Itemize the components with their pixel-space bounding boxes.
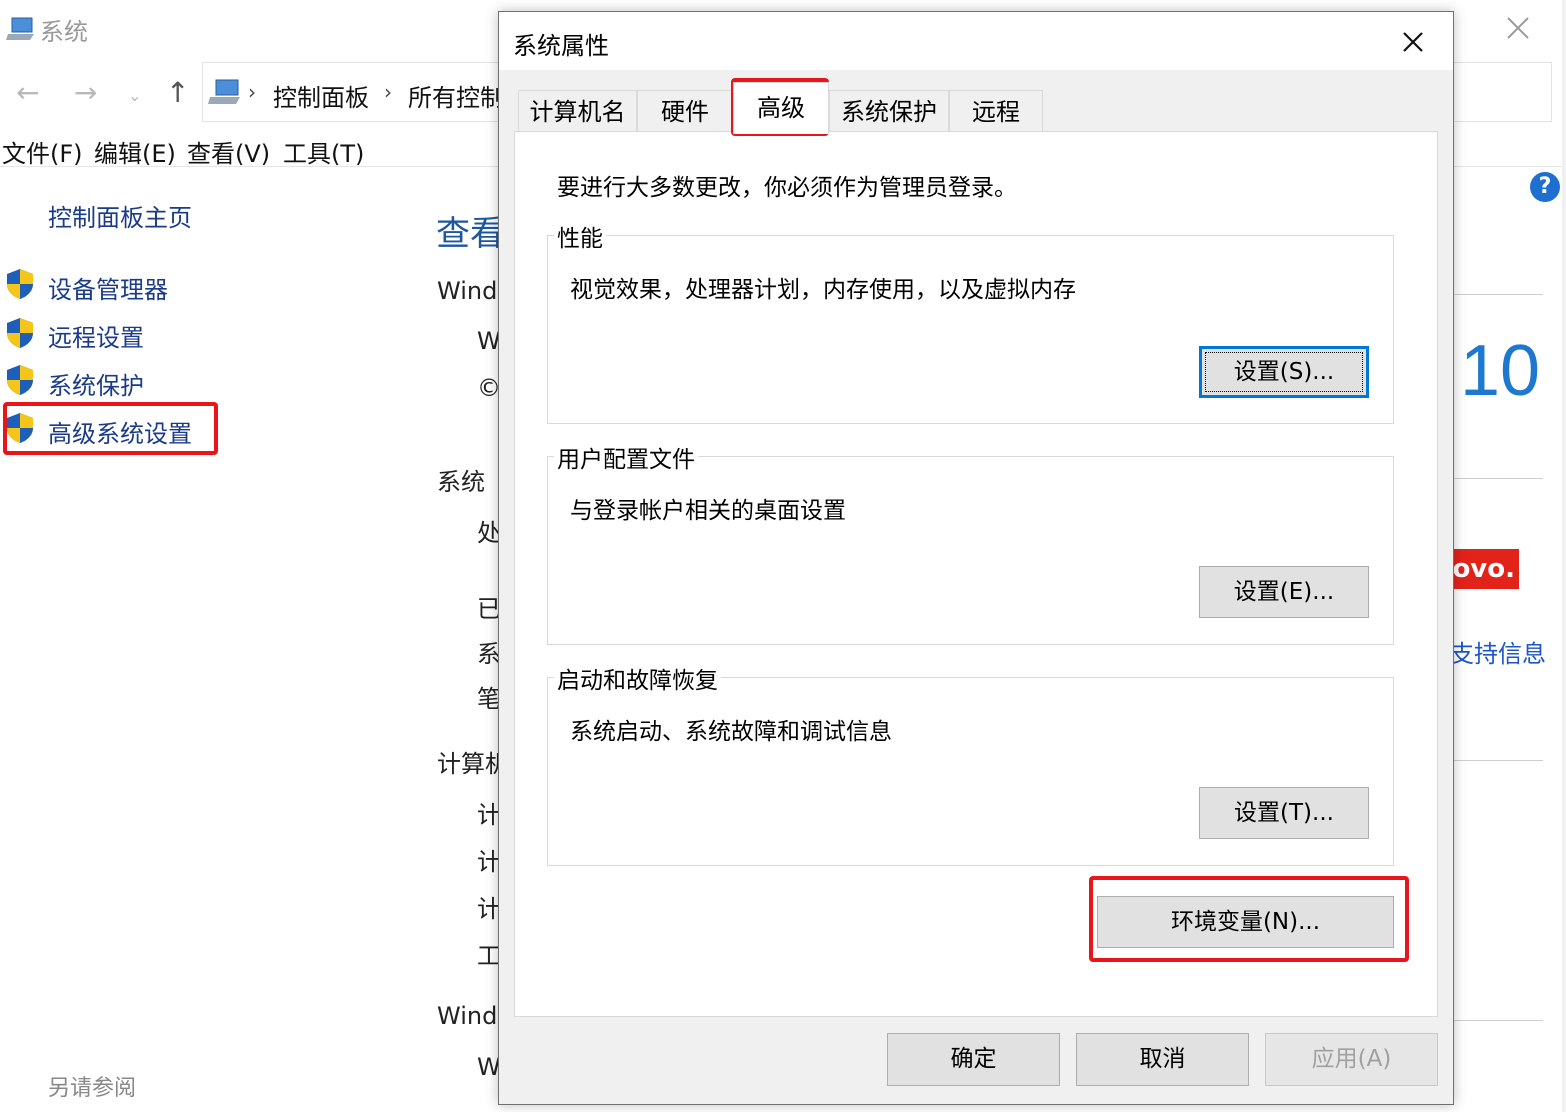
menu-view[interactable]: 查看(V): [187, 134, 270, 169]
startup-recovery-group: 启动和故障恢复 系统启动、系统故障和调试信息 设置(T)...: [547, 661, 1394, 866]
close-icon[interactable]: [1500, 10, 1536, 46]
chevron-right-icon: ›: [248, 80, 256, 104]
group-legend: 启动和故障恢复: [554, 661, 721, 695]
focus-ring: [1205, 352, 1363, 392]
window-edge: [1562, 0, 1566, 1112]
sidebar-item-system-protection[interactable]: 系统保护: [48, 366, 144, 401]
up-arrow-icon[interactable]: ↑: [166, 76, 189, 109]
computer-icon: [6, 17, 34, 40]
main-text: 系统: [437, 468, 485, 496]
control-panel-icon: [208, 79, 240, 104]
divider: [1453, 1020, 1543, 1021]
tab-advanced[interactable]: 高级: [733, 82, 829, 134]
menu-tools[interactable]: 工具(T): [283, 134, 364, 169]
performance-settings-button[interactable]: 设置(S)...: [1199, 346, 1369, 398]
sidebar-item-remote-settings[interactable]: 远程设置: [48, 318, 144, 353]
windows-version: 10: [1460, 331, 1541, 411]
back-arrow-icon[interactable]: ←: [16, 76, 39, 109]
breadcrumb-control-panel[interactable]: 控制面板: [273, 78, 369, 113]
sidebar-item-home[interactable]: 控制面板主页: [48, 198, 192, 233]
uac-shield-icon: [7, 365, 33, 395]
divider: [1453, 760, 1543, 761]
chevron-right-icon: ›: [384, 80, 392, 104]
see-also-label: 另请参阅: [48, 1076, 137, 1101]
cancel-button[interactable]: 取消: [1076, 1033, 1249, 1086]
main-text: Wind: [437, 1002, 498, 1030]
startup-recovery-settings-button[interactable]: 设置(T)...: [1199, 787, 1369, 839]
performance-group: 性能 视觉效果，处理器计划，内存使用，以及虚拟内存 设置(S)...: [547, 219, 1394, 424]
group-legend: 性能: [554, 219, 606, 253]
group-description: 与登录帐户相关的桌面设置: [570, 498, 846, 524]
user-profiles-group: 用户配置文件 与登录帐户相关的桌面设置 设置(E)...: [547, 440, 1394, 645]
user-profiles-settings-button[interactable]: 设置(E)...: [1199, 566, 1369, 618]
tab-remote[interactable]: 远程: [949, 90, 1043, 132]
tab-computer-name[interactable]: 计算机名: [518, 90, 637, 132]
apply-button[interactable]: 应用(A): [1265, 1033, 1438, 1086]
help-icon[interactable]: ?: [1530, 172, 1560, 202]
menu-edit[interactable]: 编辑(E): [94, 134, 176, 169]
tab-panel-advanced: 要进行大多数更改，你必须作为管理员登录。 性能 视觉效果，处理器计划，内存使用，…: [514, 131, 1438, 1017]
sidebar-item-advanced-settings[interactable]: 高级系统设置: [48, 414, 192, 449]
forward-arrow-icon[interactable]: →: [74, 76, 97, 109]
close-icon[interactable]: [1397, 26, 1429, 58]
uac-shield-icon: [7, 269, 33, 299]
environment-variables-button[interactable]: 环境变量(N)...: [1097, 896, 1394, 948]
tab-system-protection[interactable]: 系统保护: [829, 90, 949, 132]
group-legend: 用户配置文件: [554, 440, 698, 474]
uac-shield-icon: [7, 318, 33, 348]
dialog-titlebar[interactable]: 系统属性: [499, 12, 1453, 70]
sidebar-item-device-manager[interactable]: 设备管理器: [48, 270, 168, 305]
window-title: 系统: [40, 18, 88, 46]
group-description: 视觉效果，处理器计划，内存使用，以及虚拟内存: [570, 277, 1076, 303]
admin-notice: 要进行大多数更改，你必须作为管理员登录。: [557, 175, 1017, 201]
system-properties-dialog: 系统属性 计算机名 硬件 高级 系统保护 远程 要进行大多数更改，你必须作为管理…: [498, 11, 1454, 1105]
breadcrumb-all-items[interactable]: 所有控制: [408, 78, 504, 113]
group-description: 系统启动、系统故障和调试信息: [570, 719, 892, 745]
page-title: 查看: [436, 214, 504, 254]
tab-hardware[interactable]: 硬件: [637, 90, 733, 132]
support-info-link[interactable]: 支持信息: [1450, 634, 1546, 669]
oem-logo: novo.: [1453, 549, 1519, 589]
uac-shield-icon: [7, 413, 33, 443]
divider: [1453, 478, 1543, 479]
chevron-down-icon[interactable]: ⌄: [128, 86, 141, 105]
menu-file[interactable]: 文件(F): [2, 134, 83, 169]
ok-button[interactable]: 确定: [887, 1033, 1060, 1086]
divider: [1453, 294, 1543, 295]
oem-logo-text: novo.: [1453, 554, 1515, 584]
dialog-title: 系统属性: [513, 32, 609, 60]
main-text: Wind: [437, 277, 498, 305]
